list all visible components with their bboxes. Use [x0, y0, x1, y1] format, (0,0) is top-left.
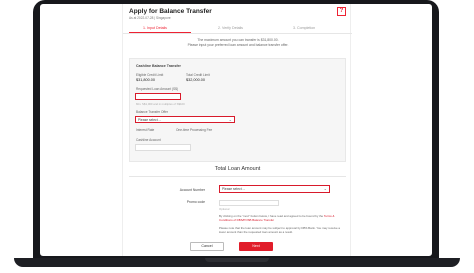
account-number-select[interactable]: Please select ... ⌄	[219, 185, 330, 193]
chevron-down-icon: ⌄	[228, 117, 232, 122]
screen: Apply for Balance Transfer As at 2022-07…	[40, 4, 432, 256]
screen-bezel: Apply for Balance Transfer As at 2022-07…	[33, 0, 439, 262]
max-amount-notice: The maximum amount you can transfer is $…	[143, 38, 333, 48]
active-step-indicator	[129, 32, 191, 33]
card-title: Cashline Balance Transfer	[136, 64, 181, 68]
promo-code-input[interactable]	[219, 200, 279, 206]
notice-line-2: Please input your preferred loan amount …	[187, 43, 289, 47]
account-number-value: Please select ...	[222, 187, 246, 192]
page-header: Apply for Balance Transfer As at 2022-07…	[129, 8, 212, 21]
chevron-down-icon: ⌄	[323, 186, 327, 191]
application-page: Apply for Balance Transfer As at 2022-07…	[122, 4, 352, 256]
divider	[129, 176, 346, 177]
total-limit-value: $32,000.00	[186, 78, 206, 82]
laptop-frame: Apply for Balance Transfer As at 2022-07…	[0, 0, 474, 273]
total-loan-amount-title: Total Loan Amount	[214, 166, 261, 172]
page-subtitle: As at 2022-07-28 | Singapore	[129, 16, 171, 20]
promo-code-hint: Optional	[219, 207, 230, 211]
eligible-limit-label: Eligible Credit Limit	[136, 73, 164, 77]
offer-label: Balance Transfer Offer	[136, 110, 169, 114]
promo-code-label: Promo code	[186, 200, 205, 204]
help-button[interactable]: ?	[337, 7, 346, 16]
offer-select-value: Please select ...	[138, 118, 162, 122]
step-verify-details: 2. Verify Details	[218, 26, 243, 30]
terms-text: By clicking on the "next" button below, …	[219, 214, 344, 222]
account-number-label: Account Number	[179, 188, 205, 192]
total-limit-label: Total Credit Limit	[186, 73, 210, 77]
processing-fee-label: One-time Processing Fee	[176, 128, 213, 132]
interest-rate-label: Interest Rate	[136, 128, 155, 132]
loan-amount-label: Requested Loan Amount (S$)	[136, 87, 178, 91]
step-completion: 3. Completion	[293, 26, 316, 30]
step-input-details: 1. Input Details	[143, 26, 167, 30]
cashline-account-label: Cashline Account	[136, 138, 161, 142]
laptop-notch	[205, 258, 269, 262]
cashline-account-field	[135, 144, 191, 151]
balance-transfer-card: Cashline Balance Transfer Eligible Credi…	[129, 58, 346, 162]
approval-note: Please note that the loan amount may be …	[219, 226, 340, 235]
loan-amount-hint: Min. S$1,000 and in multiples of S$100	[136, 102, 185, 106]
eligible-limit-value: $31,800.00	[136, 78, 156, 82]
next-button[interactable]: Next	[239, 242, 273, 251]
offer-select[interactable]: Please select ... ⌄	[135, 116, 235, 123]
cancel-button[interactable]: Cancel	[190, 242, 224, 251]
progress-steps: 1. Input Details 2. Verify Details 3. Co…	[123, 23, 352, 34]
loan-amount-input[interactable]	[135, 93, 181, 100]
page-title: Apply for Balance Transfer	[129, 8, 212, 15]
